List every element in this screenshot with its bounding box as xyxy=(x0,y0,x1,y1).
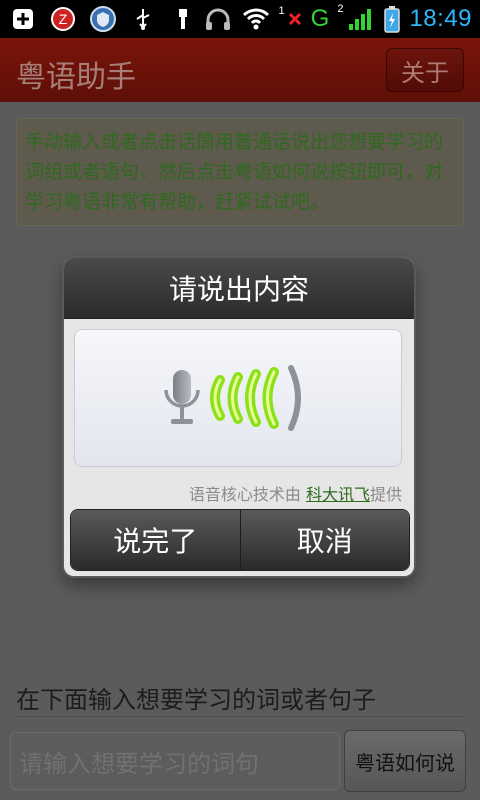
iflytek-link[interactable]: 科大讯飞 xyxy=(306,485,370,504)
clock: 18:49 xyxy=(409,5,472,32)
how-to-say-cantonese-button[interactable]: 粤语如何说 xyxy=(344,730,466,792)
divider xyxy=(14,716,466,717)
missed-badge: 1 xyxy=(278,5,285,17)
about-button[interactable]: 关于 xyxy=(386,48,464,92)
status-bar: Z 1 G 2 18:49 xyxy=(0,0,480,38)
signal-badge: 2 xyxy=(337,3,344,15)
instruction-hint: 手动输入或者点击话筒用普通话说出您想要学习的词组或者语句，然后点击粤语如何说按钮… xyxy=(16,118,464,226)
wifi-icon xyxy=(241,4,271,34)
app-title: 粤语助手 xyxy=(16,60,136,95)
done-speaking-button[interactable]: 说完了 xyxy=(71,510,240,570)
headphones-icon xyxy=(203,4,233,34)
phrase-input[interactable]: 请输入想要学习的词句 xyxy=(10,732,340,790)
powered-prefix: 语音核心技术由 xyxy=(188,485,306,504)
dialog-body: 语音核心技术由 科大讯飞提供 说完了 取消 xyxy=(64,319,414,576)
shield-app-icon xyxy=(88,4,118,34)
network-type: G xyxy=(310,5,330,32)
battery-icon xyxy=(383,4,401,34)
powered-suffix: 提供 xyxy=(369,485,402,504)
dialog-button-row: 说完了 取消 xyxy=(70,509,410,571)
svg-text:Z: Z xyxy=(59,11,68,27)
zone-icon: Z xyxy=(48,4,78,34)
phrase-input-placeholder: 请输入想要学习的词句 xyxy=(19,749,259,778)
cancel-button[interactable]: 取消 xyxy=(239,510,409,570)
usb-debug-icon xyxy=(168,4,198,34)
usb-icon xyxy=(128,4,158,34)
no-signal-x-icon xyxy=(287,4,303,34)
dialog-title: 请说出内容 xyxy=(64,258,414,319)
powered-by-text: 语音核心技术由 科大讯飞提供 xyxy=(189,481,402,505)
voice-input-dialog: 请说出内容 语音核心技术由 科大讯飞提供 说完了 取消 xyxy=(64,258,414,576)
sound-wave-icon xyxy=(210,365,301,431)
add-icon xyxy=(8,4,38,34)
mic-panel xyxy=(74,329,402,467)
title-bar: 粤语助手 关于 xyxy=(0,38,480,102)
input-section-label: 在下面输入想要学习的词或者句子 xyxy=(16,686,376,714)
dialog-title-text: 请说出内容 xyxy=(168,273,309,306)
signal-icon xyxy=(345,4,375,34)
microphone-icon xyxy=(164,365,301,431)
